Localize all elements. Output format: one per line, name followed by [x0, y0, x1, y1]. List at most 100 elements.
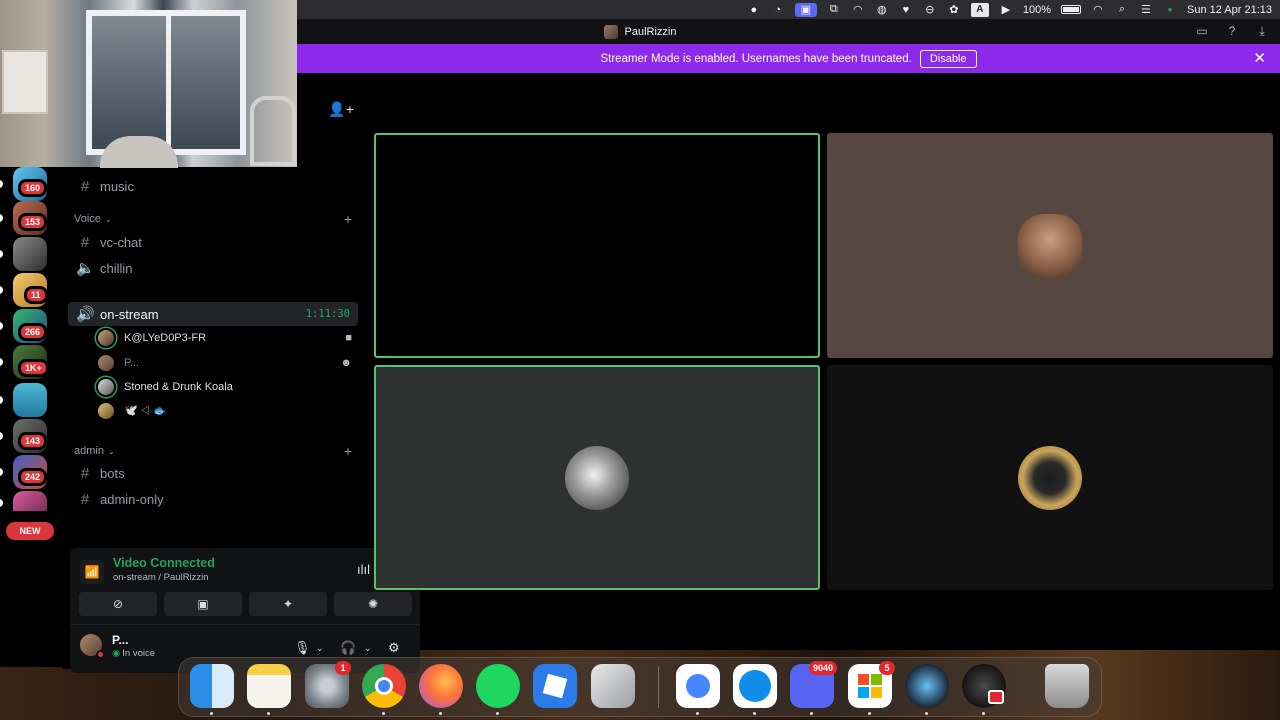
- control-center-icon[interactable]: ☰: [1139, 3, 1153, 17]
- chevron-down-icon: ⌄: [104, 214, 112, 224]
- add-channel-icon[interactable]: +: [344, 211, 352, 227]
- new-unreads-pill[interactable]: NEW: [6, 522, 54, 540]
- search-icon[interactable]: ⌕: [1115, 3, 1129, 17]
- camera-preview[interactable]: [0, 0, 297, 168]
- mention-badge: 153: [18, 213, 48, 231]
- noise-suppression-icon[interactable]: ılıl: [357, 562, 370, 577]
- unread-indicator: [0, 396, 3, 404]
- video-tile[interactable]: [374, 133, 820, 358]
- hashtag-icon: #: [80, 233, 90, 251]
- unread-indicator: [0, 499, 3, 507]
- menu-clock[interactable]: Sun 12 Apr 21:13: [1187, 4, 1272, 16]
- channel-music[interactable]: # music: [68, 174, 358, 198]
- screen-mirroring-icon[interactable]: ▣: [794, 2, 817, 17]
- firefox-icon[interactable]: [419, 664, 463, 708]
- speaker-icon: 🔊: [76, 306, 95, 323]
- game-controller-icon[interactable]: ◍: [875, 3, 889, 17]
- chevron-down-icon[interactable]: ⌄: [316, 643, 324, 654]
- channel-vc-chat[interactable]: # vc-chat: [68, 230, 358, 254]
- window-title: PaulRizzin: [624, 25, 677, 38]
- trash-icon[interactable]: [1045, 664, 1089, 708]
- voice-user-name: Stoned & Drunk Koala: [124, 381, 233, 393]
- flower-icon[interactable]: ✿: [947, 3, 961, 17]
- play-icon[interactable]: ▶: [999, 3, 1013, 17]
- chair: [250, 96, 296, 166]
- avatar: [565, 445, 629, 510]
- input-source-icon[interactable]: A: [970, 2, 989, 17]
- avatar: [96, 377, 116, 397]
- voice-status-subtitle[interactable]: on-stream / PaulRizzin: [113, 572, 209, 583]
- battery-percent: 100%: [1022, 3, 1051, 16]
- voice-user[interactable]: K@LYeD0P3-FR ■: [96, 327, 358, 349]
- channel-on-stream[interactable]: 🔊 on-stream 1:11:30: [68, 302, 358, 326]
- obs-icon[interactable]: [962, 664, 1006, 708]
- channel-label: admin-only: [100, 491, 164, 507]
- speaker-icon: 🔈: [76, 260, 95, 277]
- mention-badge: 11: [24, 286, 48, 304]
- add-member-icon[interactable]: 👤+: [328, 101, 354, 118]
- notes-icon[interactable]: [247, 664, 291, 708]
- dock-separator: [658, 666, 659, 708]
- add-channel-icon[interactable]: +: [344, 443, 352, 459]
- category-voice[interactable]: Voice ⌄ +: [74, 211, 358, 227]
- camera-off-button[interactable]: ⊘: [79, 592, 157, 616]
- nordvpn-icon[interactable]: [676, 664, 720, 708]
- spotify-icon[interactable]: [476, 664, 520, 708]
- voice-user[interactable]: 🕊️ ⨞ 🐟: [96, 400, 358, 422]
- circle-icon[interactable]: ●: [747, 3, 761, 17]
- wifi-icon[interactable]: ◠: [1091, 3, 1105, 17]
- finder-icon[interactable]: [190, 664, 234, 708]
- hashtag-icon: #: [80, 177, 90, 195]
- streamer-mode-text: Streamer Mode is enabled. Usernames have…: [600, 52, 912, 65]
- signal-icon[interactable]: 📶: [80, 560, 104, 584]
- avatar: [96, 353, 116, 373]
- chrome-icon[interactable]: [362, 664, 406, 708]
- channel-bots[interactable]: # bots: [68, 461, 358, 485]
- chevron-down-icon[interactable]: ⌄: [364, 643, 372, 654]
- cast-icon[interactable]: ⧉: [827, 3, 841, 17]
- mention-badge: 1K+: [18, 359, 49, 377]
- gear-icon[interactable]: ⚙: [388, 640, 400, 656]
- current-user-name[interactable]: P...: [112, 633, 128, 647]
- activities-button[interactable]: ✦: [249, 592, 327, 616]
- server-icon[interactable]: [13, 237, 47, 271]
- disable-streamer-button[interactable]: Disable: [919, 49, 977, 68]
- voice-user[interactable]: P... ☻: [96, 352, 358, 374]
- server-icon[interactable]: [13, 491, 47, 511]
- channel-admin-only[interactable]: # admin-only: [68, 487, 358, 511]
- heart-icon[interactable]: ♥: [899, 3, 913, 17]
- unread-indicator: [0, 250, 3, 258]
- roblox-icon[interactable]: [533, 664, 577, 708]
- mention-badge: 266: [18, 323, 48, 341]
- headphones-icon[interactable]: 🎧: [340, 640, 356, 656]
- activity-icon[interactable]: ◠: [851, 3, 865, 17]
- help-icon[interactable]: ?: [1224, 23, 1240, 39]
- voice-icon: ◉: [112, 648, 121, 659]
- server-icon[interactable]: [13, 383, 47, 417]
- running-indicator: [868, 712, 871, 715]
- teamviewer-icon[interactable]: [733, 664, 777, 708]
- voice-status-title[interactable]: Video Connected: [113, 556, 215, 570]
- screen-share-button[interactable]: ▣: [164, 592, 242, 616]
- steam-icon[interactable]: [905, 664, 949, 708]
- voice-user[interactable]: Stoned & Drunk Koala: [96, 376, 358, 398]
- no-entry-icon[interactable]: ⊖: [923, 3, 937, 17]
- close-icon[interactable]: ✕: [1253, 49, 1266, 67]
- microphone-icon[interactable]: 🎙: [294, 640, 311, 656]
- running-indicator: [496, 712, 499, 715]
- video-tile[interactable]: [374, 365, 820, 590]
- download-icon[interactable]: ⤓: [1254, 23, 1270, 39]
- inbox-icon[interactable]: ▭: [1194, 23, 1210, 39]
- pie-chart-icon[interactable]: ◔: [771, 3, 785, 17]
- category-admin[interactable]: admin ⌄ +: [74, 443, 358, 459]
- voice-connection-panel: 📶 Video Connected on-stream / PaulRizzin…: [70, 548, 420, 673]
- channel-label: chillin: [100, 260, 133, 276]
- iphone-mirroring-icon[interactable]: [591, 664, 635, 708]
- video-tile[interactable]: [827, 133, 1273, 358]
- soundboard-button[interactable]: ✺: [334, 592, 412, 616]
- notification-badge: 1: [335, 661, 351, 675]
- battery-icon[interactable]: [1060, 5, 1081, 14]
- channel-chillin[interactable]: 🔈 chillin: [68, 256, 358, 280]
- avatar: [96, 328, 116, 348]
- video-tile[interactable]: [827, 365, 1273, 590]
